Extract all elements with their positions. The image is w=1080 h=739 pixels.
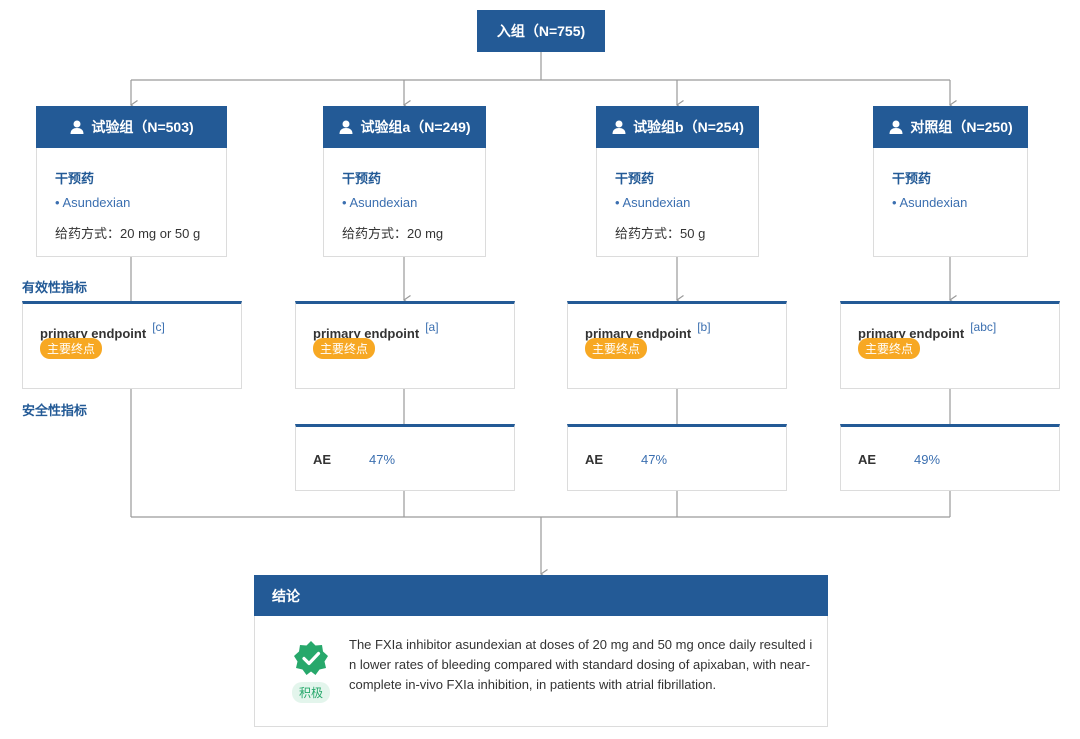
- arm-header-1: 试验组（N=503): [36, 106, 227, 148]
- efficacy-label: 有效性指标: [22, 280, 88, 295]
- arm-body-2: 干预药 • Asundexian 给药方式：20 mg: [323, 148, 486, 257]
- endpoint-box-3: primary endpoint [b] 主要终点: [567, 301, 787, 389]
- ae-value: 47%: [641, 452, 668, 467]
- enrollment-label: 入组（N=755): [496, 23, 586, 39]
- positive-badge: 积极: [287, 640, 335, 703]
- enrollment-box: 入组（N=755): [477, 10, 605, 52]
- arm-body-4: 干预药 • Asundexian: [873, 148, 1028, 257]
- endpoint-box-1: primary endpoint [c] 主要终点: [22, 301, 242, 389]
- endpoint-reference: [a]: [425, 320, 439, 334]
- user-icon: [889, 120, 903, 134]
- conclusion-body: 积极 The FXIa inhibitor asundexian at dose…: [254, 616, 828, 727]
- conclusion-text: The FXIa inhibitor asundexian at doses o…: [349, 637, 813, 692]
- ae-label: AE: [585, 452, 604, 467]
- ae-box-3: AE 47%: [567, 424, 787, 491]
- primary-endpoint-badge: 主要终点: [40, 338, 103, 359]
- positive-tag: 积极: [291, 682, 330, 703]
- user-icon: [612, 120, 626, 134]
- safety-label: 安全性指标: [22, 403, 88, 418]
- arm-header-2: 试验组a（N=249): [323, 106, 486, 148]
- primary-endpoint-badge: 主要终点: [585, 338, 648, 359]
- drug-title: 干预药: [342, 171, 382, 186]
- arm-header-3: 试验组b（N=254): [596, 106, 759, 148]
- dose-text: 给药方式：20 mg: [342, 226, 444, 241]
- drug-title: 干预药: [615, 171, 655, 186]
- endpoint-box-2: primary endpoint [a] 主要终点: [295, 301, 515, 389]
- arm-title-4: 对照组（N=250): [910, 119, 1013, 135]
- conclusion-title: 结论: [272, 587, 300, 604]
- drug-title: 干预药: [892, 171, 932, 186]
- arm-title-2: 试验组a（N=249): [360, 119, 471, 135]
- endpoint-reference: [abc]: [970, 320, 997, 334]
- drug-item: • Asundexian: [342, 195, 418, 210]
- ae-value: 49%: [914, 452, 941, 467]
- check-badge-icon: [294, 641, 328, 675]
- drug-item: • Asundexian: [892, 195, 968, 210]
- dose-text: 给药方式：50 g: [615, 226, 706, 241]
- drug-item: • Asundexian: [615, 195, 691, 210]
- ae-box-4: AE 49%: [840, 424, 1060, 491]
- ae-label: AE: [313, 452, 332, 467]
- arm-body-3: 干预药 • Asundexian 给药方式：50 g: [596, 148, 759, 257]
- endpoint-reference: [b]: [697, 320, 711, 334]
- arm-title-1: 试验组（N=503): [91, 119, 194, 135]
- ae-label: AE: [858, 452, 877, 467]
- conclusion-header: 结论: [254, 575, 828, 616]
- primary-endpoint-badge: 主要终点: [313, 338, 376, 359]
- arm-title-3: 试验组b（N=254): [633, 119, 744, 135]
- user-icon: [339, 120, 353, 134]
- drug-title: 干预药: [55, 171, 95, 186]
- arm-body-1: 干预药 • Asundexian 给药方式：20 mg or 50 g: [36, 148, 227, 257]
- ae-box-2: AE 47%: [295, 424, 515, 491]
- arm-header-4: 对照组（N=250): [873, 106, 1028, 148]
- user-icon: [70, 120, 84, 134]
- drug-item: • Asundexian: [55, 195, 131, 210]
- endpoint-box-4: primary endpoint [abc] 主要终点: [840, 301, 1060, 389]
- endpoint-reference: [c]: [152, 320, 165, 334]
- primary-endpoint-badge: 主要终点: [858, 338, 921, 359]
- dose-text: 给药方式：20 mg or 50 g: [55, 226, 201, 241]
- ae-value: 47%: [369, 452, 396, 467]
